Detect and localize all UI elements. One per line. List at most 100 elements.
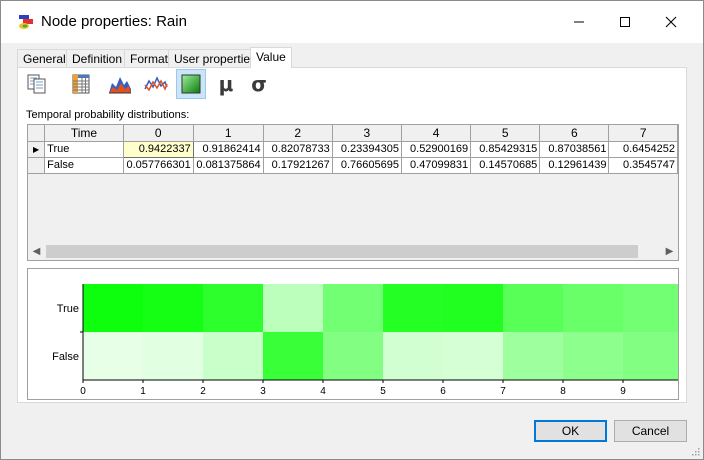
tab-definition[interactable]: Definition [66, 49, 129, 67]
title-bar: Node properties: Rain [1, 1, 703, 43]
y-category-label: True [57, 303, 79, 315]
column-header[interactable]: 0 [123, 125, 194, 142]
area-chart-button[interactable] [105, 69, 135, 99]
x-tick-label: 1 [140, 386, 146, 397]
column-header[interactable]: 1 [193, 125, 264, 142]
heatmap-cell [443, 284, 504, 333]
section-label: Temporal probability distributions: [26, 109, 190, 121]
grid-cell[interactable]: 0.87038561 [539, 141, 610, 158]
sigma-icon: σ [251, 72, 267, 96]
column-header[interactable]: 5 [470, 125, 541, 142]
x-tick-label: 0 [80, 386, 86, 397]
heatmap-cell [323, 284, 384, 333]
heatmap-cell [503, 332, 564, 381]
heatmap-cell [143, 332, 204, 381]
table-header-row: Time 0 1 2 3 4 5 6 7 [28, 125, 678, 142]
grid-cell[interactable]: 0.17921267 [263, 157, 333, 174]
grid-cell[interactable]: 0.3545747 [608, 157, 678, 174]
minimize-button[interactable] [556, 1, 602, 43]
tab-format[interactable]: Format [124, 49, 175, 67]
scrollbar-thumb[interactable] [46, 245, 638, 258]
row-selector[interactable] [28, 157, 46, 174]
resize-grip-icon[interactable] [690, 446, 700, 456]
copy-icon [27, 74, 46, 94]
heatmap-icon [181, 74, 201, 94]
spreadsheet-button[interactable] [66, 69, 96, 99]
stddev-button[interactable]: σ [244, 69, 274, 99]
current-row-indicator[interactable]: ▶ [28, 141, 46, 158]
x-tick-label: 9 [620, 386, 626, 397]
heatmap-cell [203, 284, 264, 333]
y-category-label: False [52, 351, 79, 363]
line-chart-icon [144, 76, 168, 92]
row-selector-header [28, 125, 46, 142]
grid-cell[interactable]: 0.6454252 [608, 141, 678, 158]
cancel-button[interactable]: Cancel [614, 420, 687, 442]
heatmap-cell [83, 284, 144, 333]
column-header[interactable]: 3 [332, 125, 402, 142]
grid-cell[interactable]: 0.82078733 [263, 141, 333, 158]
x-tick-label: 7 [500, 386, 506, 397]
grid-cell[interactable]: 0.12961439 [539, 157, 610, 174]
minimize-icon [574, 21, 584, 23]
grid-cell[interactable]: 0.9422337 [122, 140, 194, 158]
grid-cell[interactable]: 0.91862414 [193, 141, 264, 158]
grid-viewport: Time 0 1 2 3 4 5 6 7 ▶ True 0.9422337 0.… [28, 125, 678, 243]
grid-cell[interactable]: 0.057766301 [123, 157, 194, 174]
column-header[interactable]: 7 [608, 125, 678, 142]
maximize-button[interactable] [602, 1, 648, 43]
row-header[interactable]: False [44, 157, 124, 174]
heatmap-cell [323, 332, 384, 381]
grid-cell[interactable]: 0.14570685 [470, 157, 541, 174]
column-header[interactable]: 4 [401, 125, 472, 142]
close-icon [665, 16, 677, 28]
window-title: Node properties: Rain [41, 13, 187, 30]
grid-cell[interactable]: 0.52900169 [401, 141, 472, 158]
x-tick-label: 4 [320, 386, 326, 397]
heatmap-cell [563, 332, 624, 381]
heatmap-cell [263, 332, 324, 381]
grid-cell[interactable]: 0.081375864 [193, 157, 264, 174]
tab-value[interactable]: Value [250, 47, 292, 68]
mean-button[interactable]: μ [211, 69, 241, 99]
heatmap-cell [83, 332, 144, 381]
x-tick-label: 10 [677, 386, 678, 397]
row-header[interactable]: True [44, 141, 124, 158]
heatmap-cell [143, 284, 204, 333]
area-chart-icon [109, 77, 131, 94]
heatmap-cell [383, 332, 444, 381]
table-row: False 0.057766301 0.081375864 0.17921267… [28, 157, 678, 174]
copy-button[interactable] [22, 69, 52, 99]
probability-grid: Time 0 1 2 3 4 5 6 7 ▶ True 0.9422337 0.… [27, 124, 679, 261]
tab-user-properties[interactable]: User properties [168, 49, 263, 67]
heatmap-chart: True False 0 1 2 3 4 5 6 7 8 9 10 [52, 284, 689, 397]
heatmap-button[interactable] [176, 69, 206, 99]
heatmap-cell [443, 332, 504, 381]
scroll-left-icon[interactable]: ◀ [28, 243, 45, 260]
tab-general[interactable]: General [17, 49, 72, 67]
x-tick-label: 5 [380, 386, 386, 397]
mu-icon: μ [218, 72, 234, 96]
ok-button[interactable]: OK [534, 420, 607, 442]
x-tick-label: 3 [260, 386, 266, 397]
heatmap-panel: True False 0 1 2 3 4 5 6 7 8 9 10 [27, 268, 689, 400]
heatmap-cell [623, 284, 684, 333]
scroll-right-icon[interactable]: ▶ [661, 243, 678, 260]
horizontal-scrollbar[interactable]: ◀ ▶ [28, 243, 678, 260]
line-chart-button[interactable] [141, 69, 171, 99]
node-properties-dialog: Node properties: Rain General Definition… [0, 0, 704, 460]
grid-cell[interactable]: 0.85429315 [470, 141, 541, 158]
table-row: ▶ True 0.9422337 0.91862414 0.82078733 0… [28, 140, 678, 158]
app-icon [19, 15, 33, 29]
heatmap-cell [263, 284, 324, 333]
close-button[interactable] [648, 1, 694, 43]
column-header[interactable]: 6 [539, 125, 610, 142]
column-header[interactable]: 2 [263, 125, 333, 142]
grid-cell[interactable]: 0.47099831 [401, 157, 472, 174]
heatmap-cell [563, 284, 624, 333]
spreadsheet-icon [72, 74, 90, 94]
grid-cell[interactable]: 0.23394305 [332, 141, 402, 158]
x-tick-label: 2 [200, 386, 206, 397]
grid-cell[interactable]: 0.76605695 [332, 157, 402, 174]
corner-header: Time [44, 125, 124, 142]
